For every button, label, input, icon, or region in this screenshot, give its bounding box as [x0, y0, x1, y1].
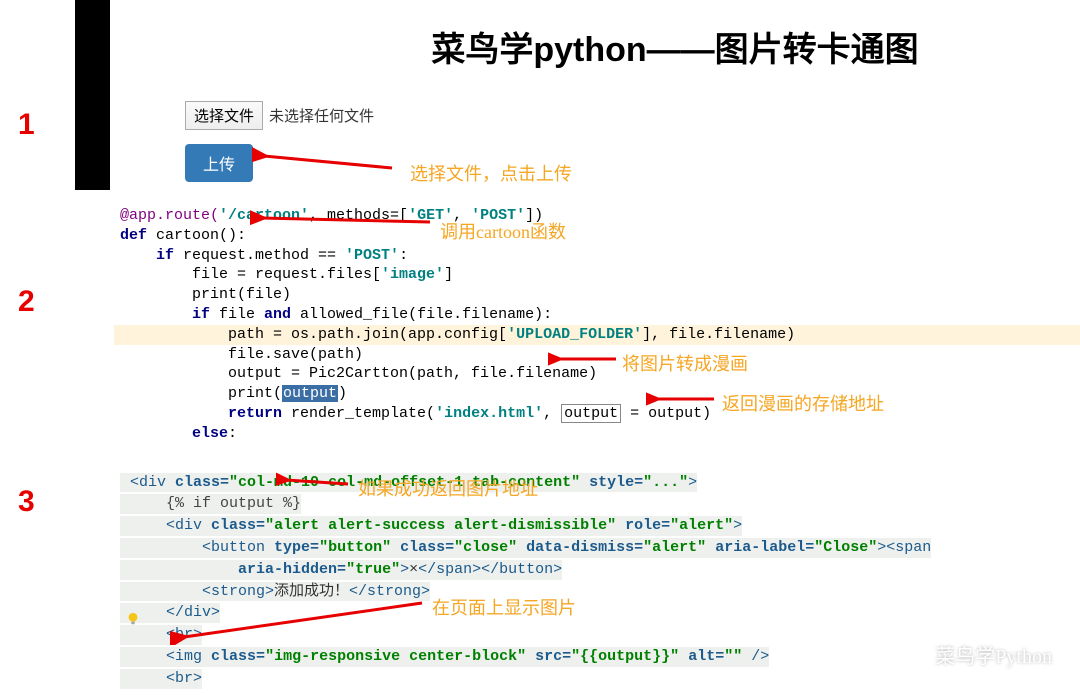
code-line: else:	[114, 424, 1080, 444]
arrow-to-def	[250, 210, 440, 230]
no-file-label: 未选择任何文件	[269, 105, 374, 126]
code-line: output = Pic2Cartton(path, file.filename…	[114, 364, 1080, 384]
code-line: <img class="img-responsive center-block"…	[120, 647, 769, 667]
code-line: if request.method == 'POST':	[114, 246, 1080, 266]
annotation-if-output: 如果成功返回图片地址	[358, 475, 538, 501]
watermark: 菜鸟学Python	[899, 640, 1052, 669]
code-line: <button type="button" class="close" data…	[120, 538, 931, 558]
arrow-to-if	[276, 470, 356, 490]
code-line: file = request.files['image']	[114, 265, 1080, 285]
code-line: aria-hidden="true">×</span></button>	[120, 560, 562, 580]
annotation-upload: 选择文件，点击上传	[410, 160, 572, 186]
annotation-convert: 将图片转成漫画	[622, 350, 748, 376]
annotation-cartoon: 调用cartoon函数	[440, 218, 566, 244]
upload-button[interactable]: 上传	[185, 144, 253, 182]
code-line: <div class="alert alert-success alert-di…	[120, 516, 742, 536]
lightbulb-icon	[126, 612, 140, 626]
code-line: print(output)	[114, 384, 1080, 404]
code-line: path = os.path.join(app.config['UPLOAD_F…	[114, 325, 1080, 345]
choose-file-button[interactable]: 选择文件	[185, 101, 263, 130]
section-number-2: 2	[18, 285, 35, 319]
code-line: print(file)	[114, 285, 1080, 305]
code-line: return render_template('index.html', out…	[114, 404, 1080, 424]
left-margin	[0, 0, 110, 695]
section-number-1: 1	[18, 108, 35, 142]
python-code-block: @app.route('/cartoon', methods=['GET', '…	[114, 206, 1080, 444]
annotation-show-image: 在页面上显示图片	[432, 594, 576, 620]
code-line: if file and allowed_file(file.filename):	[114, 305, 1080, 325]
code-line: <br>	[120, 669, 202, 689]
section-number-3: 3	[18, 485, 35, 519]
arrow-to-upload	[252, 146, 402, 176]
page-title: 菜鸟学python——图片转卡通图	[270, 22, 1080, 71]
annotation-return: 返回漫画的存储地址	[722, 390, 884, 416]
watermark-text: 菜鸟学Python	[935, 640, 1052, 669]
code-line: {% if output %}	[120, 494, 301, 514]
arrow-to-img	[170, 595, 430, 645]
arrow-to-pic2cartoon	[548, 351, 623, 367]
wechat-icon	[899, 641, 927, 669]
arrow-to-return	[646, 391, 721, 407]
black-bar	[75, 0, 110, 190]
